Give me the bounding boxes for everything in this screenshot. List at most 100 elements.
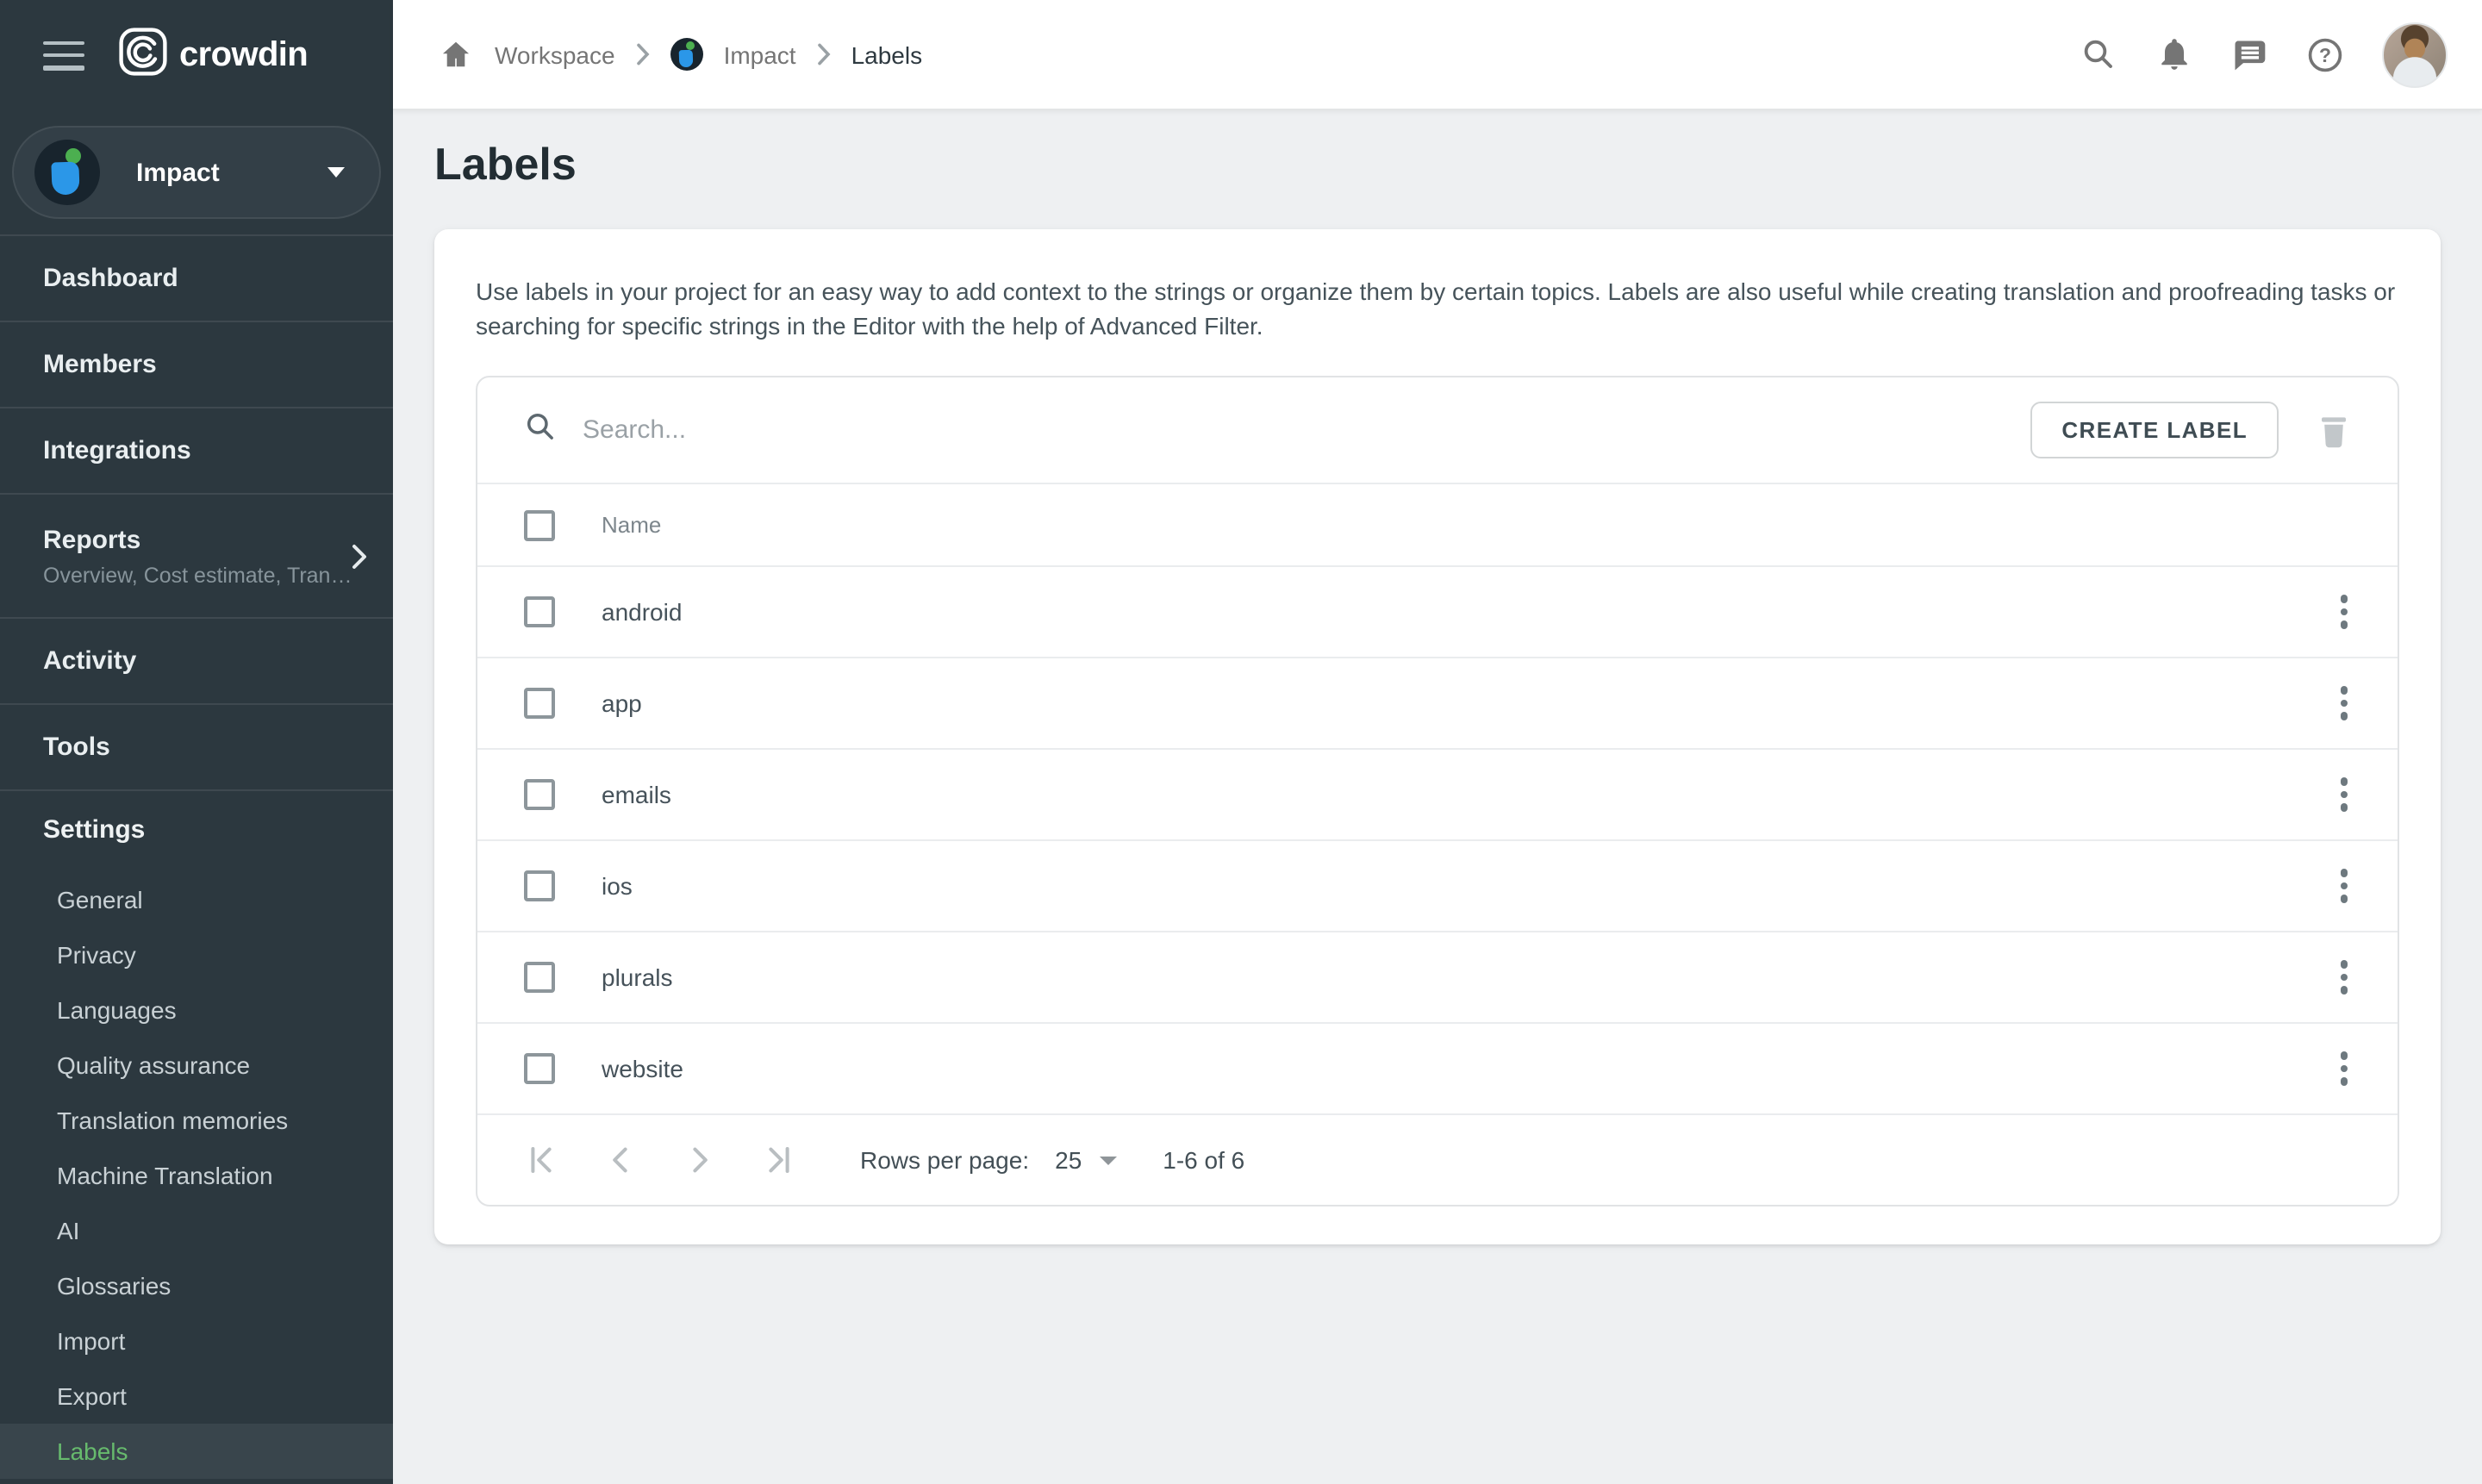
topbar: crowdin Workspace Impact Labels (0, 0, 2482, 110)
label-name: ios (602, 872, 633, 900)
create-label-button[interactable]: CREATE LABEL (2030, 402, 2279, 458)
label-name: android (602, 598, 682, 626)
sidebar-item-ai[interactable]: AI (0, 1203, 393, 1258)
chevron-right-icon (817, 43, 831, 65)
row-checkbox[interactable] (524, 688, 555, 719)
topbar-brand-area: crowdin (0, 0, 393, 110)
row-menu-icon[interactable] (2325, 684, 2363, 722)
labels-toolbar: CREATE LABEL (477, 377, 2398, 484)
topbar-main: Workspace Impact Labels (393, 0, 2482, 110)
topbar-actions: ? (2079, 22, 2482, 87)
row-menu-icon[interactable] (2325, 593, 2363, 631)
chevron-right-icon (352, 543, 367, 569)
labels-description: Use labels in your project for an easy w… (476, 276, 2399, 343)
bell-icon[interactable] (2155, 35, 2192, 73)
row-checkbox[interactable] (524, 870, 555, 901)
sidebar: Impact Dashboard Members Integrations Re… (0, 110, 393, 1484)
sidebar-item-labels[interactable]: Labels (0, 1424, 393, 1479)
search-field (524, 409, 2030, 451)
search-input[interactable] (579, 414, 2030, 446)
table-row: ios (477, 841, 2398, 932)
breadcrumb: Workspace Impact Labels (436, 35, 922, 73)
breadcrumb-workspace[interactable]: Workspace (495, 41, 615, 68)
rows-per-page-select[interactable]: 25 (1055, 1146, 1116, 1174)
sidebar-settings-section: Settings General Privacy Languages Quali… (0, 791, 393, 1479)
rows-per-page-value: 25 (1055, 1146, 1082, 1174)
search-icon[interactable] (2079, 35, 2117, 73)
pagination-controls (524, 1143, 796, 1177)
settings-header: Settings (0, 812, 393, 850)
label-name: website (602, 1055, 683, 1082)
table-header: Name (477, 484, 2398, 567)
row-checkbox[interactable] (524, 962, 555, 993)
sidebar-item-tools[interactable]: Tools (0, 705, 393, 791)
label-name: app (602, 689, 642, 717)
menu-icon[interactable] (43, 41, 84, 70)
project-logo (34, 140, 100, 205)
row-checkbox[interactable] (524, 1053, 555, 1084)
trash-icon[interactable] (2317, 411, 2351, 449)
chevron-right-icon (636, 43, 650, 65)
pagination-range: 1-6 of 6 (1163, 1146, 1244, 1174)
page-title: Labels (434, 134, 2482, 193)
sidebar-item-activity[interactable]: Activity (0, 619, 393, 705)
crowdin-wordmark: crowdin (179, 35, 308, 75)
pagination: Rows per page: 25 1-6 of 6 (477, 1115, 2398, 1205)
sidebar-item-machine-translation[interactable]: Machine Translation (0, 1148, 393, 1203)
sidebar-item-languages[interactable]: Languages (0, 982, 393, 1038)
project-logo (670, 38, 703, 71)
settings-items: General Privacy Languages Quality assura… (0, 872, 393, 1479)
svg-text:?: ? (2319, 43, 2331, 65)
next-page-icon[interactable] (683, 1143, 717, 1177)
prev-page-icon[interactable] (603, 1143, 638, 1177)
sidebar-item-privacy[interactable]: Privacy (0, 927, 393, 982)
help-icon[interactable]: ? (2306, 35, 2344, 73)
project-name: Impact (136, 158, 220, 187)
sidebar-item-reports[interactable]: Reports Overview, Cost estimate, Transl.… (0, 495, 393, 619)
sidebar-item-glossaries[interactable]: Glossaries (0, 1258, 393, 1313)
first-page-icon[interactable] (524, 1143, 558, 1177)
sidebar-item-general[interactable]: General (0, 872, 393, 927)
crowdin-logo[interactable]: crowdin (119, 27, 308, 84)
reports-subtitle: Overview, Cost estimate, Transl... (43, 564, 362, 588)
sidebar-item-members[interactable]: Members (0, 322, 393, 408)
table-row: plurals (477, 932, 2398, 1024)
labels-card: Use labels in your project for an easy w… (434, 229, 2441, 1244)
label-name: emails (602, 781, 671, 808)
select-all-checkbox[interactable] (524, 509, 555, 540)
rows-per-page-label: Rows per page: (860, 1146, 1029, 1174)
table-row: android (477, 567, 2398, 658)
row-menu-icon[interactable] (2325, 867, 2363, 905)
table-row: website (477, 1024, 2398, 1115)
row-menu-icon[interactable] (2325, 958, 2363, 996)
crowdin-mark-icon (119, 27, 167, 84)
labels-list-box: CREATE LABEL Name android (476, 376, 2399, 1207)
user-avatar[interactable] (2382, 22, 2448, 87)
home-icon[interactable] (436, 35, 474, 73)
column-header-name: Name (602, 512, 661, 538)
sidebar-item-export[interactable]: Export (0, 1369, 393, 1424)
breadcrumb-current: Labels (851, 41, 923, 68)
row-checkbox[interactable] (524, 779, 555, 810)
label-name: plurals (602, 963, 673, 991)
table-row: emails (477, 750, 2398, 841)
breadcrumb-project[interactable]: Impact (724, 41, 796, 68)
main-content: Labels Use labels in your project for an… (393, 110, 2482, 1484)
row-checkbox[interactable] (524, 596, 555, 627)
sidebar-item-integrations[interactable]: Integrations (0, 408, 393, 495)
chevron-down-icon (1099, 1156, 1116, 1164)
search-icon (524, 409, 557, 451)
table-row: app (477, 658, 2398, 750)
row-menu-icon[interactable] (2325, 776, 2363, 814)
row-menu-icon[interactable] (2325, 1050, 2363, 1088)
sidebar-nav: Dashboard Members Integrations Reports O… (0, 234, 393, 791)
sidebar-item-quality-assurance[interactable]: Quality assurance (0, 1038, 393, 1093)
sidebar-item-translation-memories[interactable]: Translation memories (0, 1093, 393, 1148)
chevron-down-icon (327, 167, 345, 178)
project-switcher[interactable]: Impact (12, 126, 381, 219)
chat-icon[interactable] (2230, 35, 2268, 73)
sidebar-item-dashboard[interactable]: Dashboard (0, 236, 393, 322)
last-page-icon[interactable] (762, 1143, 796, 1177)
sidebar-item-import[interactable]: Import (0, 1313, 393, 1369)
app-window: crowdin Workspace Impact Labels (0, 0, 2482, 1484)
